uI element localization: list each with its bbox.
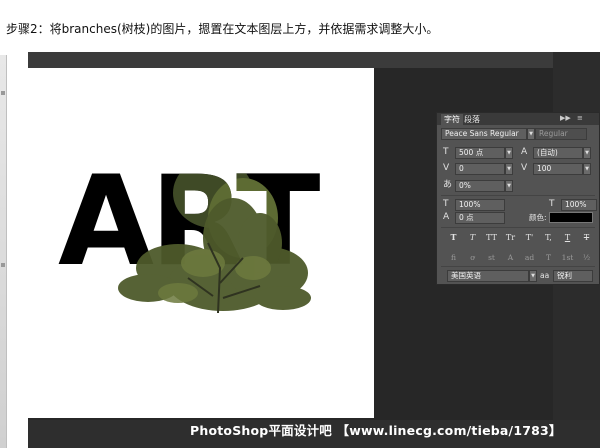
panel-divider: [441, 195, 595, 196]
kerning-field[interactable]: 0: [455, 163, 505, 175]
type-style-buttons: T T TT Tr T' T, T T: [447, 232, 593, 243]
fractions-button[interactable]: ½: [580, 252, 593, 263]
superscript-button[interactable]: T': [523, 232, 536, 243]
subscript-button[interactable]: T,: [542, 232, 555, 243]
discretionary-ligatures-button[interactable]: st: [485, 252, 498, 263]
horizontal-scale-field[interactable]: 100%: [561, 199, 597, 211]
ruler-mark: [1, 91, 5, 95]
chevron-down-icon[interactable]: ▼: [505, 147, 513, 159]
ruler-mark: [1, 263, 5, 267]
font-size-icon: T: [443, 147, 449, 157]
font-size-field[interactable]: 500 点: [455, 147, 505, 159]
faux-italic-button[interactable]: T: [466, 232, 479, 243]
leading-field[interactable]: (自动): [533, 147, 583, 159]
chevron-down-icon[interactable]: ▼: [505, 163, 513, 175]
left-ruler-strip: [0, 55, 7, 448]
document-canvas[interactable]: ART ART: [28, 68, 374, 418]
small-caps-button[interactable]: Tr: [504, 232, 517, 243]
chevron-down-icon[interactable]: ▼: [505, 180, 513, 192]
panel-menu-icon[interactable]: ≡: [577, 114, 583, 122]
baseline-shift-field[interactable]: 0 点: [455, 212, 505, 224]
tracking-icon: V: [521, 163, 528, 173]
antialias-icon: aa: [540, 271, 550, 280]
kerning-icon: V: [443, 163, 450, 173]
character-panel: 字符 段落 ▶▶ ≡ Peace Sans Regular ▼ Regular …: [436, 112, 600, 285]
tsume-field[interactable]: 0%: [455, 180, 505, 192]
horizontal-scale-icon: T: [549, 199, 555, 209]
all-caps-button[interactable]: TT: [485, 232, 498, 243]
language-select[interactable]: 美国英语: [447, 270, 529, 282]
vertical-scale-field[interactable]: 100%: [455, 199, 505, 211]
font-style-select[interactable]: Regular: [535, 128, 587, 140]
step-caption: 步骤2：将branches(树枝)的图片，摁置在文本图层上方，并依据需求调整大小…: [6, 22, 439, 36]
tab-character[interactable]: 字符: [441, 114, 463, 125]
chevron-down-icon[interactable]: ▼: [583, 163, 591, 175]
ligatures-button[interactable]: fi: [447, 252, 460, 263]
ordinals-button[interactable]: 1st: [561, 252, 574, 263]
tab-paragraph[interactable]: 段落: [461, 114, 483, 125]
antialias-select[interactable]: 锐利: [553, 270, 593, 282]
panel-tab-bar: 字符 段落 ▶▶ ≡: [437, 113, 599, 125]
opentype-buttons: fi ơ st A ad T 1st ½: [447, 252, 593, 263]
chevron-down-icon[interactable]: ▼: [527, 128, 535, 140]
faux-bold-button[interactable]: T: [447, 232, 460, 243]
tracking-field[interactable]: 100: [533, 163, 583, 175]
titling-alternates-button[interactable]: T: [542, 252, 555, 263]
chevron-down-icon[interactable]: ▼: [583, 147, 591, 159]
color-label: 颜色:: [529, 213, 547, 222]
font-family-select[interactable]: Peace Sans Regular: [441, 128, 527, 140]
chevron-down-icon[interactable]: ▼: [529, 270, 537, 282]
vertical-scale-icon: T: [443, 199, 449, 209]
leading-icon: A: [521, 147, 528, 157]
underline-button[interactable]: T: [561, 232, 574, 243]
artwork: ART ART: [58, 150, 324, 314]
contextual-alternates-button[interactable]: ơ: [466, 252, 479, 263]
baseline-shift-icon: A: [443, 212, 450, 222]
swash-button[interactable]: A: [504, 252, 517, 263]
text-color-swatch[interactable]: [549, 212, 593, 223]
watermark-text: PhotoShop平面设计吧 【www.linecg.com/tieba/178…: [190, 423, 562, 438]
panel-divider: [441, 266, 595, 267]
panel-divider: [441, 227, 595, 228]
strikethrough-button[interactable]: T: [580, 232, 593, 243]
double-chevron-right-icon[interactable]: ▶▶: [560, 114, 571, 122]
stylistic-alternates-button[interactable]: ad: [523, 252, 536, 263]
tsume-icon: あ: [443, 180, 453, 190]
document-tab-bar: [28, 52, 580, 68]
